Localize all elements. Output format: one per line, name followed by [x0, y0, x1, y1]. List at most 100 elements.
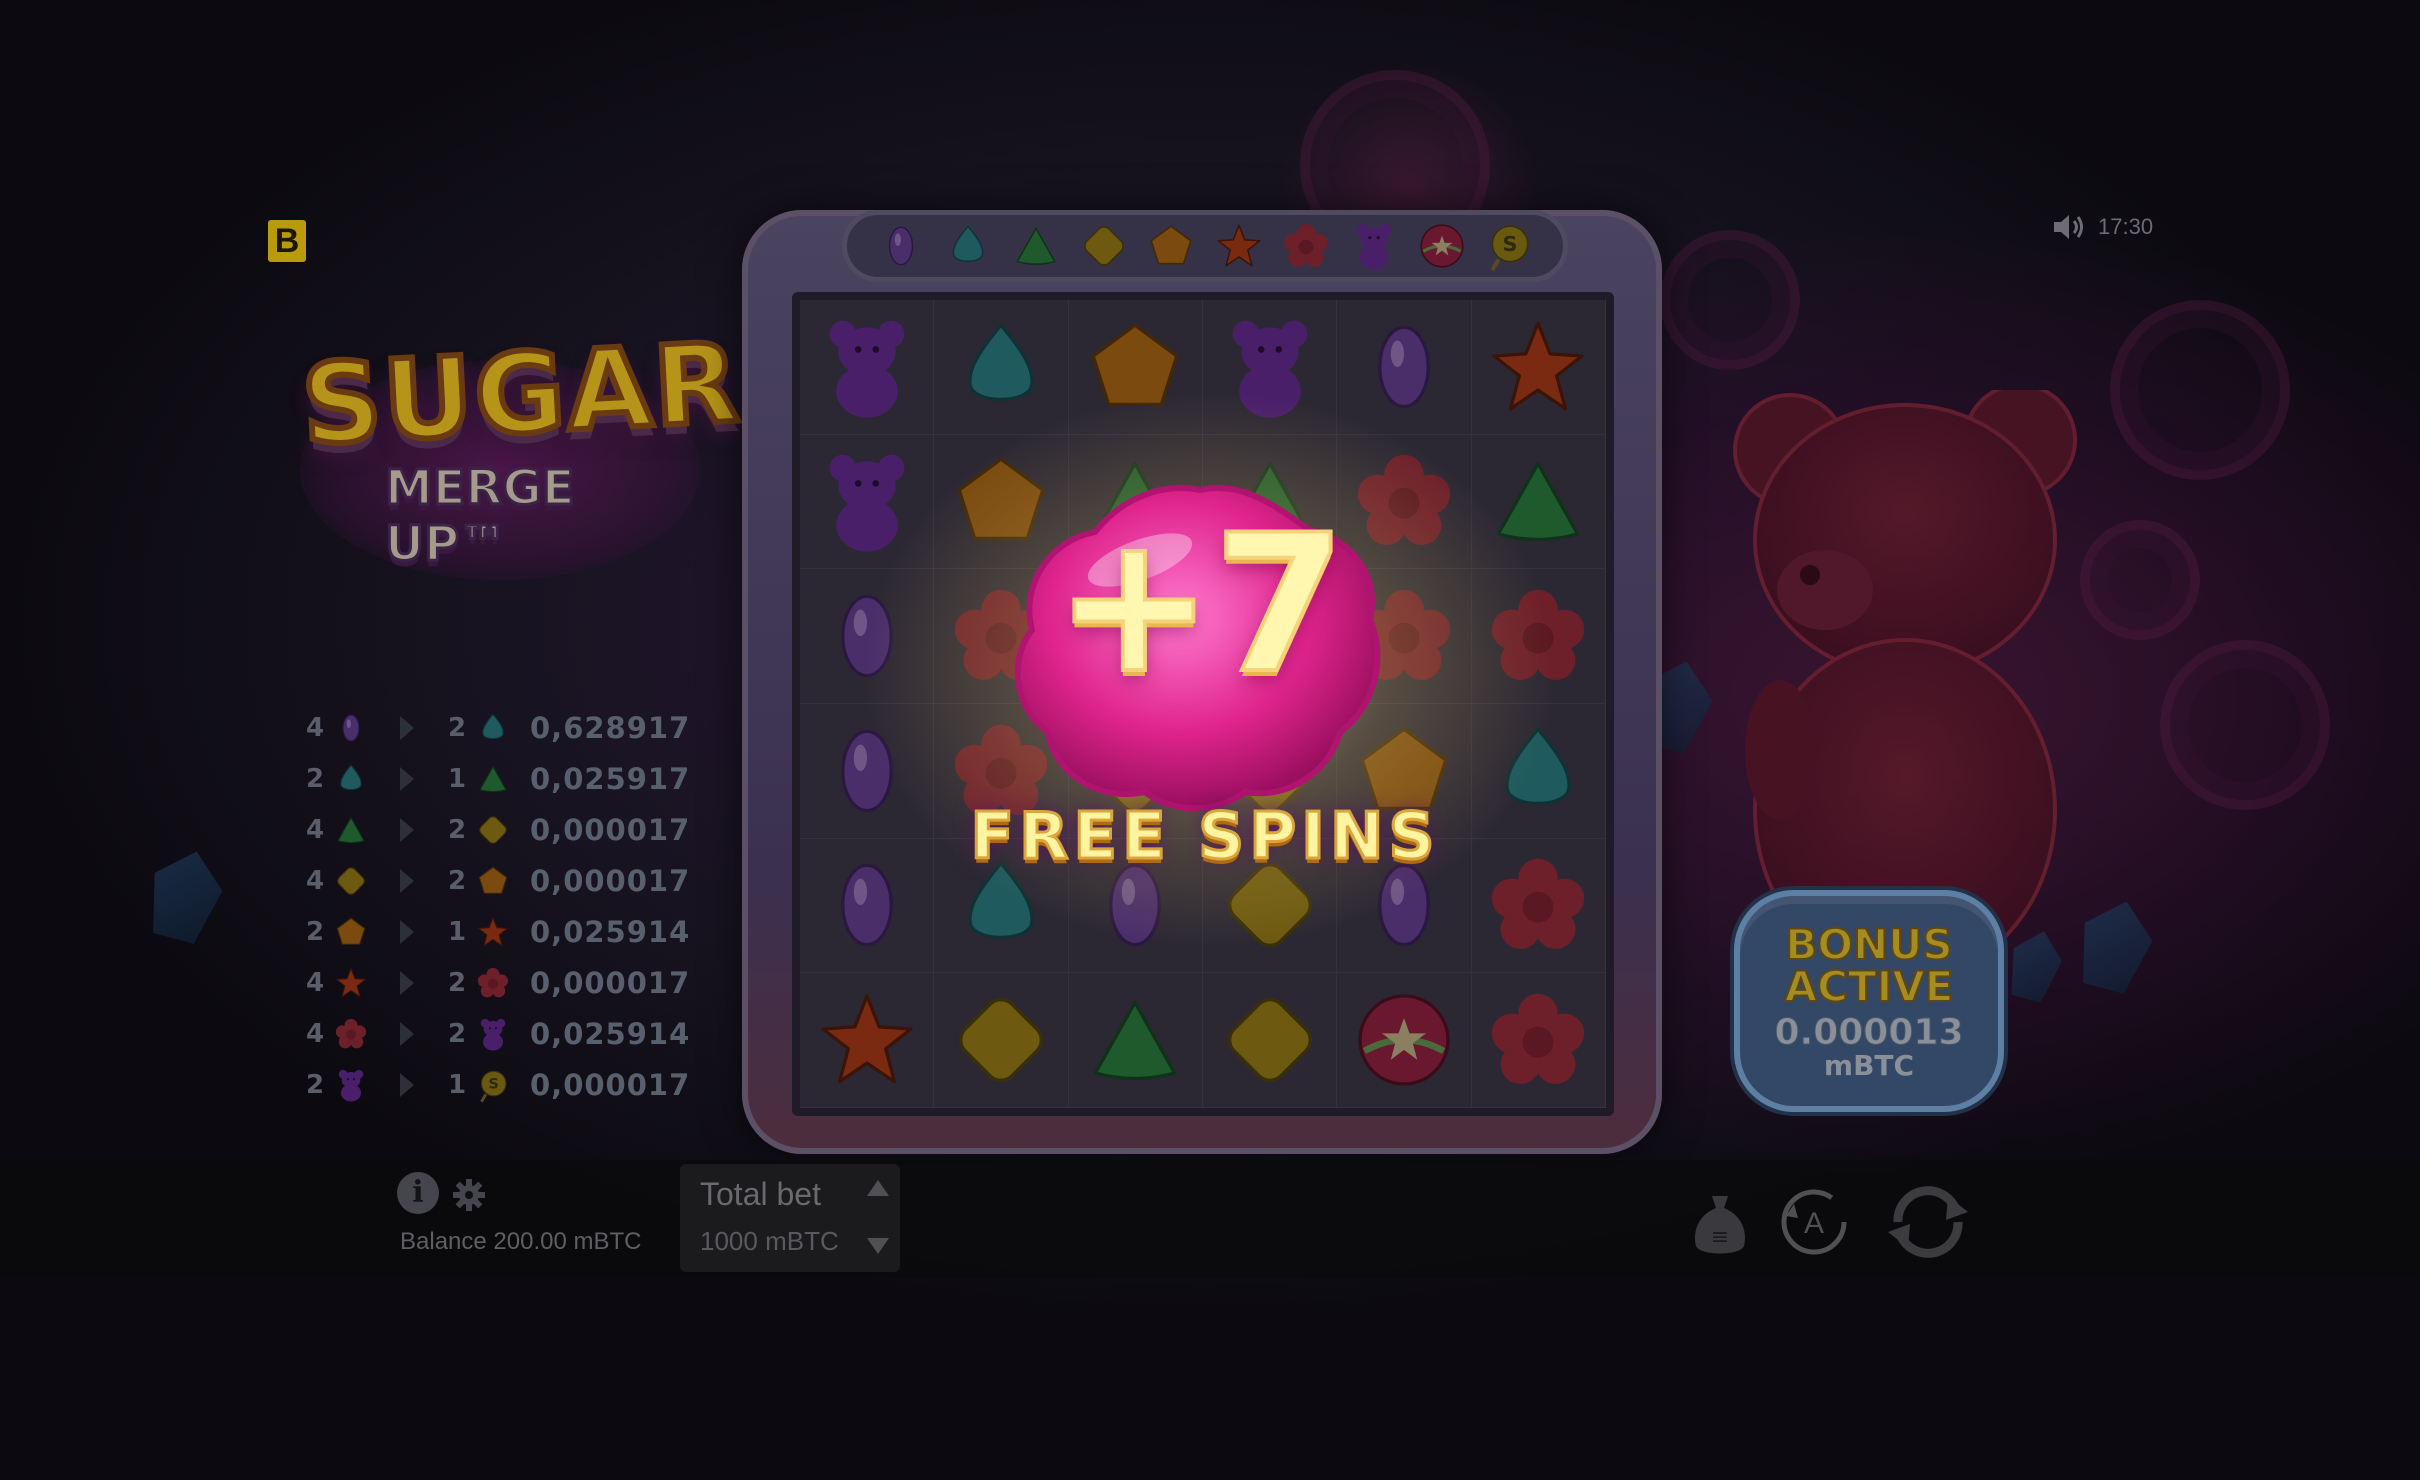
teal-drop-candy-icon: [482, 712, 504, 739]
purple-bear-candy-icon: [480, 1018, 506, 1051]
teal-drop-candy-icon: [968, 322, 1034, 401]
arrow-icon: [372, 919, 442, 944]
purple-oval-candy-icon: [342, 714, 360, 741]
symbol-out: S: [472, 1067, 514, 1103]
yellow-square-candy-icon: [337, 866, 365, 895]
bet-increase-icon[interactable]: [867, 1180, 889, 1196]
red-star-candy-icon: [1217, 224, 1261, 267]
money-bag-icon[interactable]: ≡: [1690, 1190, 1750, 1260]
arrow-icon: [372, 1072, 442, 1097]
paytable-value: 0,025917: [530, 761, 691, 796]
svg-text:≡: ≡: [1711, 1225, 1729, 1250]
arrow-icon: [372, 1021, 442, 1046]
grid-cell: [934, 300, 1069, 435]
svg-text:A: A: [1804, 1207, 1824, 1240]
speaker-icon[interactable]: [2052, 212, 2086, 242]
grid-cell: [934, 973, 1069, 1108]
autoplay-icon[interactable]: A: [1778, 1186, 1850, 1258]
paytable-row: 4 2 0,000017: [300, 804, 740, 855]
symbol-out: [472, 1016, 514, 1052]
rainbow-ball-candy-icon: [1419, 224, 1464, 268]
grid-cell: [1471, 300, 1606, 435]
grid-cell: [800, 973, 935, 1108]
red-star-candy-icon: [821, 994, 913, 1084]
free-spins-amount: +7: [1052, 494, 1347, 715]
grid-cell: [800, 838, 935, 974]
ladder-item: [875, 220, 927, 272]
purple-oval-candy-icon: [888, 226, 914, 266]
symbol-in: [330, 965, 372, 1001]
game-logo: SUGAR MERGE UP™: [290, 316, 747, 580]
bottom-control-bar: [0, 1160, 2420, 1278]
gear-icon[interactable]: [452, 1178, 486, 1212]
paytable-row: 4 2 0,000017: [300, 855, 740, 906]
purple-bear-candy-icon: [338, 1069, 364, 1102]
arrow-icon: [372, 868, 442, 893]
teal-drop-candy-icon: [340, 763, 362, 790]
paytable-value: 0,000017: [530, 965, 691, 1000]
grid-cell: [1471, 838, 1606, 974]
bonus-status: ACTIVE: [1784, 962, 1955, 1011]
merge-count-in: 2: [305, 1069, 325, 1100]
paytable-value: 0,025914: [530, 1016, 691, 1051]
merge-count-out: 1: [447, 1069, 467, 1100]
teal-drop-candy-icon: [952, 225, 984, 263]
background-crystal: [140, 842, 231, 947]
ladder-item: [1280, 220, 1332, 272]
symbol-in: [330, 710, 372, 746]
merge-count-in: 4: [305, 865, 325, 896]
spin-icon[interactable]: [1878, 1172, 1978, 1272]
clock-area: 17:30: [2052, 212, 2153, 242]
svg-text:S: S: [1503, 232, 1518, 256]
red-flower-candy-icon: [335, 1018, 367, 1048]
green-triangle-candy-icon: [1094, 1001, 1177, 1081]
ladder-item: [942, 220, 994, 272]
purple-oval-candy-icon: [1378, 325, 1430, 409]
grid-cell: [1471, 973, 1606, 1108]
orange-pentagon-candy-icon: [1150, 225, 1192, 265]
green-triangle-candy-icon: [337, 816, 365, 843]
merge-count-in: 4: [305, 814, 325, 845]
symbol-in: [330, 863, 372, 899]
ladder-item: S: [1483, 220, 1535, 272]
info-button[interactable]: i: [397, 1172, 439, 1214]
clock-time: 17:30: [2098, 214, 2154, 239]
logo-title: SUGAR: [296, 316, 747, 473]
merge-count-out: 2: [447, 1018, 467, 1049]
paytable-row: 4 2 0,628917: [300, 702, 740, 753]
merge-count-out: 1: [447, 916, 467, 947]
svg-text:S: S: [489, 1076, 499, 1092]
merge-count-out: 2: [447, 865, 467, 896]
symbol-in: [330, 812, 372, 848]
ladder-item: [1078, 220, 1130, 272]
green-triangle-candy-icon: [1016, 227, 1056, 265]
symbol-out: [472, 710, 514, 746]
symbol-out: [472, 761, 514, 797]
arrow-icon: [372, 766, 442, 791]
background-lollipop: [2160, 640, 2330, 810]
gummy-bear-mascot: [1733, 390, 2077, 970]
ladder-item: [1416, 220, 1468, 272]
orange-pentagon-candy-icon: [336, 917, 366, 945]
purple-bear-candy-icon: [1356, 224, 1392, 270]
red-star-candy-icon: [1492, 321, 1584, 411]
red-flower-candy-icon: [1284, 224, 1329, 267]
paytable-row: 2 1 0,025914: [300, 906, 740, 957]
merge-count-in: 2: [305, 763, 325, 794]
orange-pentagon-candy-icon: [478, 866, 508, 894]
ladder-item: [1348, 220, 1400, 272]
paytable-row: 2 1 S 0,000017: [300, 1059, 740, 1110]
merge-count-in: 4: [305, 967, 325, 998]
yellow-square-candy-icon: [1083, 226, 1124, 266]
logo-subtitle: MERGE UP™: [384, 459, 577, 574]
bet-decrease-icon[interactable]: [867, 1238, 889, 1254]
symbol-in: [330, 914, 372, 950]
background-lollipop: [2110, 300, 2290, 480]
merge-count-in: 2: [305, 916, 325, 947]
red-flower-candy-icon: [1492, 859, 1585, 950]
symbol-out: [472, 914, 514, 950]
symbol-out: [472, 965, 514, 1001]
total-bet-value: 1000 mBTC: [700, 1226, 839, 1256]
green-triangle-candy-icon: [479, 765, 507, 792]
red-star-candy-icon: [336, 967, 366, 997]
